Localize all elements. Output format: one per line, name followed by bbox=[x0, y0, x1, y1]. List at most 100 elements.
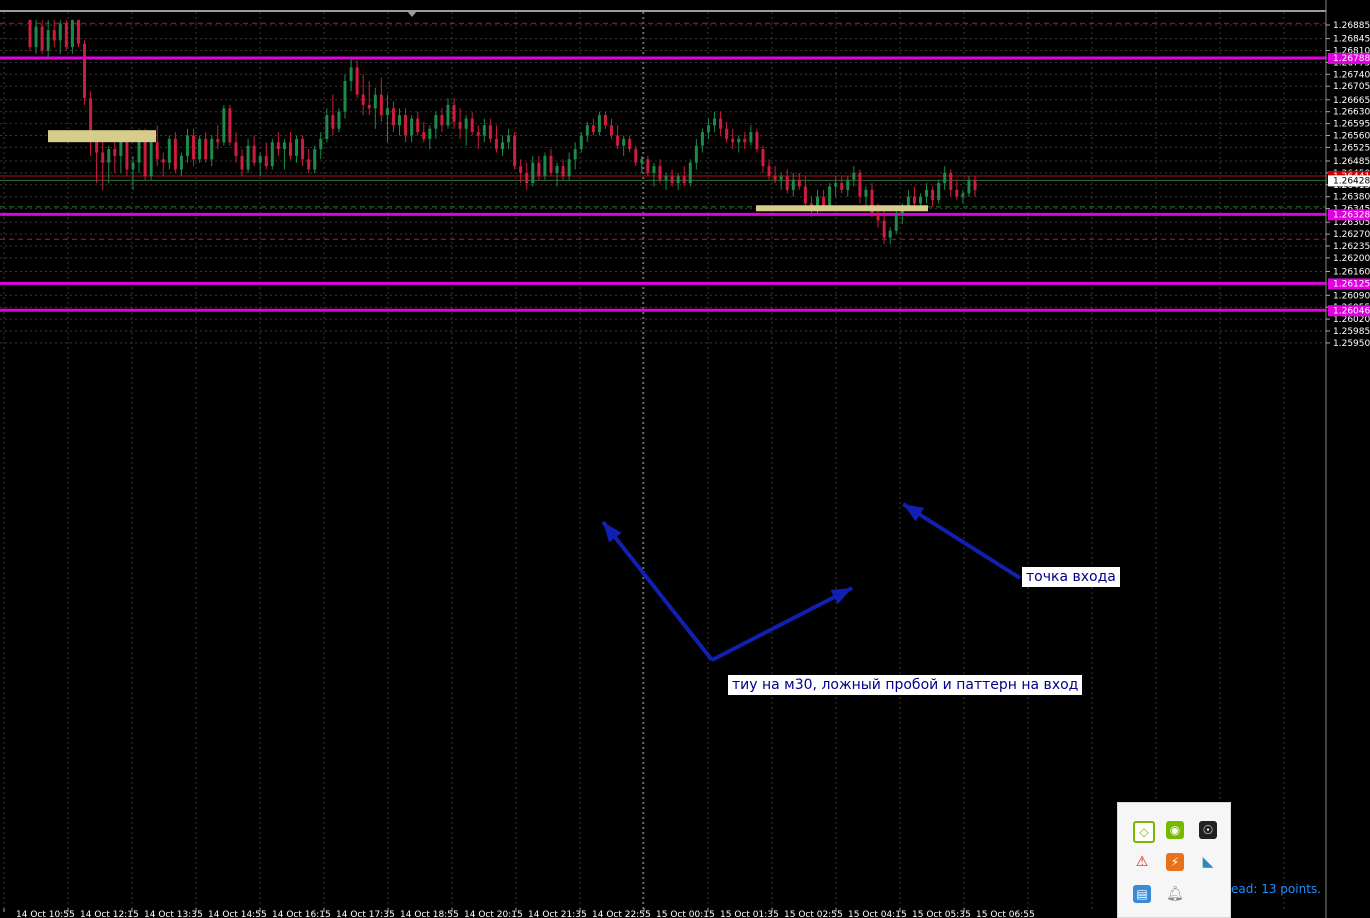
candle-body bbox=[955, 189, 959, 197]
candle-body bbox=[131, 162, 135, 170]
price-tick-label: 1.26270 bbox=[1333, 230, 1370, 240]
candle-body bbox=[52, 30, 56, 41]
candle-body bbox=[234, 142, 238, 156]
candle-body bbox=[700, 132, 704, 146]
candle-body bbox=[549, 155, 553, 173]
candle-body bbox=[882, 220, 886, 238]
candle-body bbox=[949, 172, 953, 190]
level-1-tag-label: 1.26788 bbox=[1333, 54, 1370, 64]
candle-body bbox=[167, 138, 171, 163]
installer-icon[interactable]: ▤ bbox=[1133, 885, 1151, 903]
ask-tag-label: 1.26428 bbox=[1333, 176, 1370, 186]
candle-body bbox=[113, 149, 117, 156]
candle-body bbox=[337, 111, 341, 129]
candle-body bbox=[276, 142, 280, 150]
time-tick-label: 14 Oct 22:55 bbox=[592, 910, 651, 918]
candle-body bbox=[410, 118, 414, 136]
candle-body bbox=[252, 145, 256, 163]
candle-body bbox=[622, 138, 626, 146]
candle-body bbox=[198, 138, 202, 160]
price-tick-label: 1.26595 bbox=[1333, 120, 1370, 130]
candle-body bbox=[149, 142, 153, 177]
price-tick-label: 1.26485 bbox=[1333, 157, 1370, 167]
candle-body bbox=[494, 138, 498, 150]
bell-icon[interactable]: 🔔︎ bbox=[1166, 885, 1184, 903]
time-axis[interactable]: 14 Oct 10:55 14 Oct 12:15 14 Oct 13:35 14 O… bbox=[3, 908, 1035, 918]
candle-body bbox=[307, 159, 311, 170]
candle-body bbox=[634, 149, 638, 163]
time-tick-label: 14 Oct 17:35 bbox=[336, 910, 395, 918]
price-tick-label: 1.25985 bbox=[1333, 327, 1370, 337]
candle-body bbox=[864, 189, 868, 197]
time-tick-label: 14 Oct 18:55 bbox=[400, 910, 459, 918]
candle-body bbox=[664, 176, 668, 180]
candle-body bbox=[161, 159, 165, 163]
candle-body bbox=[482, 125, 486, 136]
candle-body bbox=[943, 172, 947, 184]
level-2-tag-label: 1.26328 bbox=[1333, 210, 1370, 220]
candle-body bbox=[101, 152, 105, 163]
candle-body bbox=[749, 132, 753, 143]
candle-body bbox=[725, 128, 729, 139]
candle-body bbox=[610, 125, 614, 136]
time-tick-label: 15 Oct 04:15 bbox=[848, 910, 907, 918]
price-tick-label: 1.25950 bbox=[1333, 339, 1370, 349]
price-tick-label: 1.26560 bbox=[1333, 132, 1370, 142]
candle-body bbox=[452, 104, 456, 122]
candle-body bbox=[937, 183, 941, 201]
price-tick-label: 1.26845 bbox=[1333, 35, 1370, 45]
orange-app-icon[interactable]: ⚡ bbox=[1166, 853, 1184, 871]
candle-body bbox=[349, 67, 353, 82]
candle-body bbox=[446, 104, 450, 126]
candle-body bbox=[83, 43, 87, 99]
candle-body bbox=[640, 159, 644, 163]
network-icon[interactable]: ☉ bbox=[1199, 821, 1217, 839]
candle-body bbox=[222, 108, 226, 143]
candle-body bbox=[367, 104, 371, 109]
time-tick-label: 14 Oct 13:35 bbox=[144, 910, 203, 918]
candle-body bbox=[379, 94, 383, 116]
candle-body bbox=[719, 118, 723, 129]
price-tick-label: 1.26380 bbox=[1333, 193, 1370, 203]
candle-body bbox=[597, 115, 601, 133]
candle-body bbox=[173, 138, 177, 170]
candle-body bbox=[918, 196, 922, 204]
candle-body bbox=[416, 118, 420, 133]
wifi-icon[interactable]: ◣ bbox=[1199, 853, 1217, 871]
candle-body bbox=[404, 115, 408, 136]
candle-body bbox=[95, 142, 99, 153]
candle-body bbox=[143, 138, 147, 177]
candle-body bbox=[125, 138, 129, 170]
candle-body bbox=[288, 142, 292, 156]
time-tick-label: 14 Oct 10:55 bbox=[16, 910, 75, 918]
candle-body bbox=[876, 213, 880, 221]
candle-body bbox=[40, 26, 44, 51]
candle-body bbox=[840, 183, 844, 190]
candle-body bbox=[761, 149, 765, 167]
warning-icon[interactable]: ⚠ bbox=[1133, 853, 1151, 871]
candle-body bbox=[458, 121, 462, 129]
candle-body bbox=[264, 155, 268, 167]
candle-body bbox=[573, 149, 577, 160]
level-4-tag-label: 1.26046 bbox=[1333, 306, 1370, 316]
candle-body bbox=[422, 132, 426, 139]
candle-body bbox=[846, 179, 850, 190]
time-tick-label: 15 Oct 00:15 bbox=[656, 910, 715, 918]
candle-body bbox=[779, 176, 783, 180]
candle-body bbox=[228, 108, 232, 143]
candle-body bbox=[428, 128, 432, 139]
candle-body bbox=[652, 166, 656, 173]
candle-body bbox=[767, 166, 771, 177]
candle-body bbox=[555, 166, 559, 173]
candle-body bbox=[70, 19, 74, 48]
nvidia-icon[interactable]: ◉ bbox=[1166, 821, 1184, 839]
zone-rect bbox=[48, 130, 156, 143]
candle-body bbox=[603, 115, 607, 126]
gpu-app-icon[interactable]: ◇ bbox=[1133, 821, 1155, 843]
candle-body bbox=[591, 125, 595, 133]
price-chart[interactable]: 1.268851.268451.268101.267751.267401.267… bbox=[0, 0, 1370, 918]
candle-body bbox=[216, 138, 220, 143]
candle-body bbox=[58, 23, 62, 41]
candle-body bbox=[192, 135, 196, 160]
candle-body bbox=[658, 166, 662, 180]
